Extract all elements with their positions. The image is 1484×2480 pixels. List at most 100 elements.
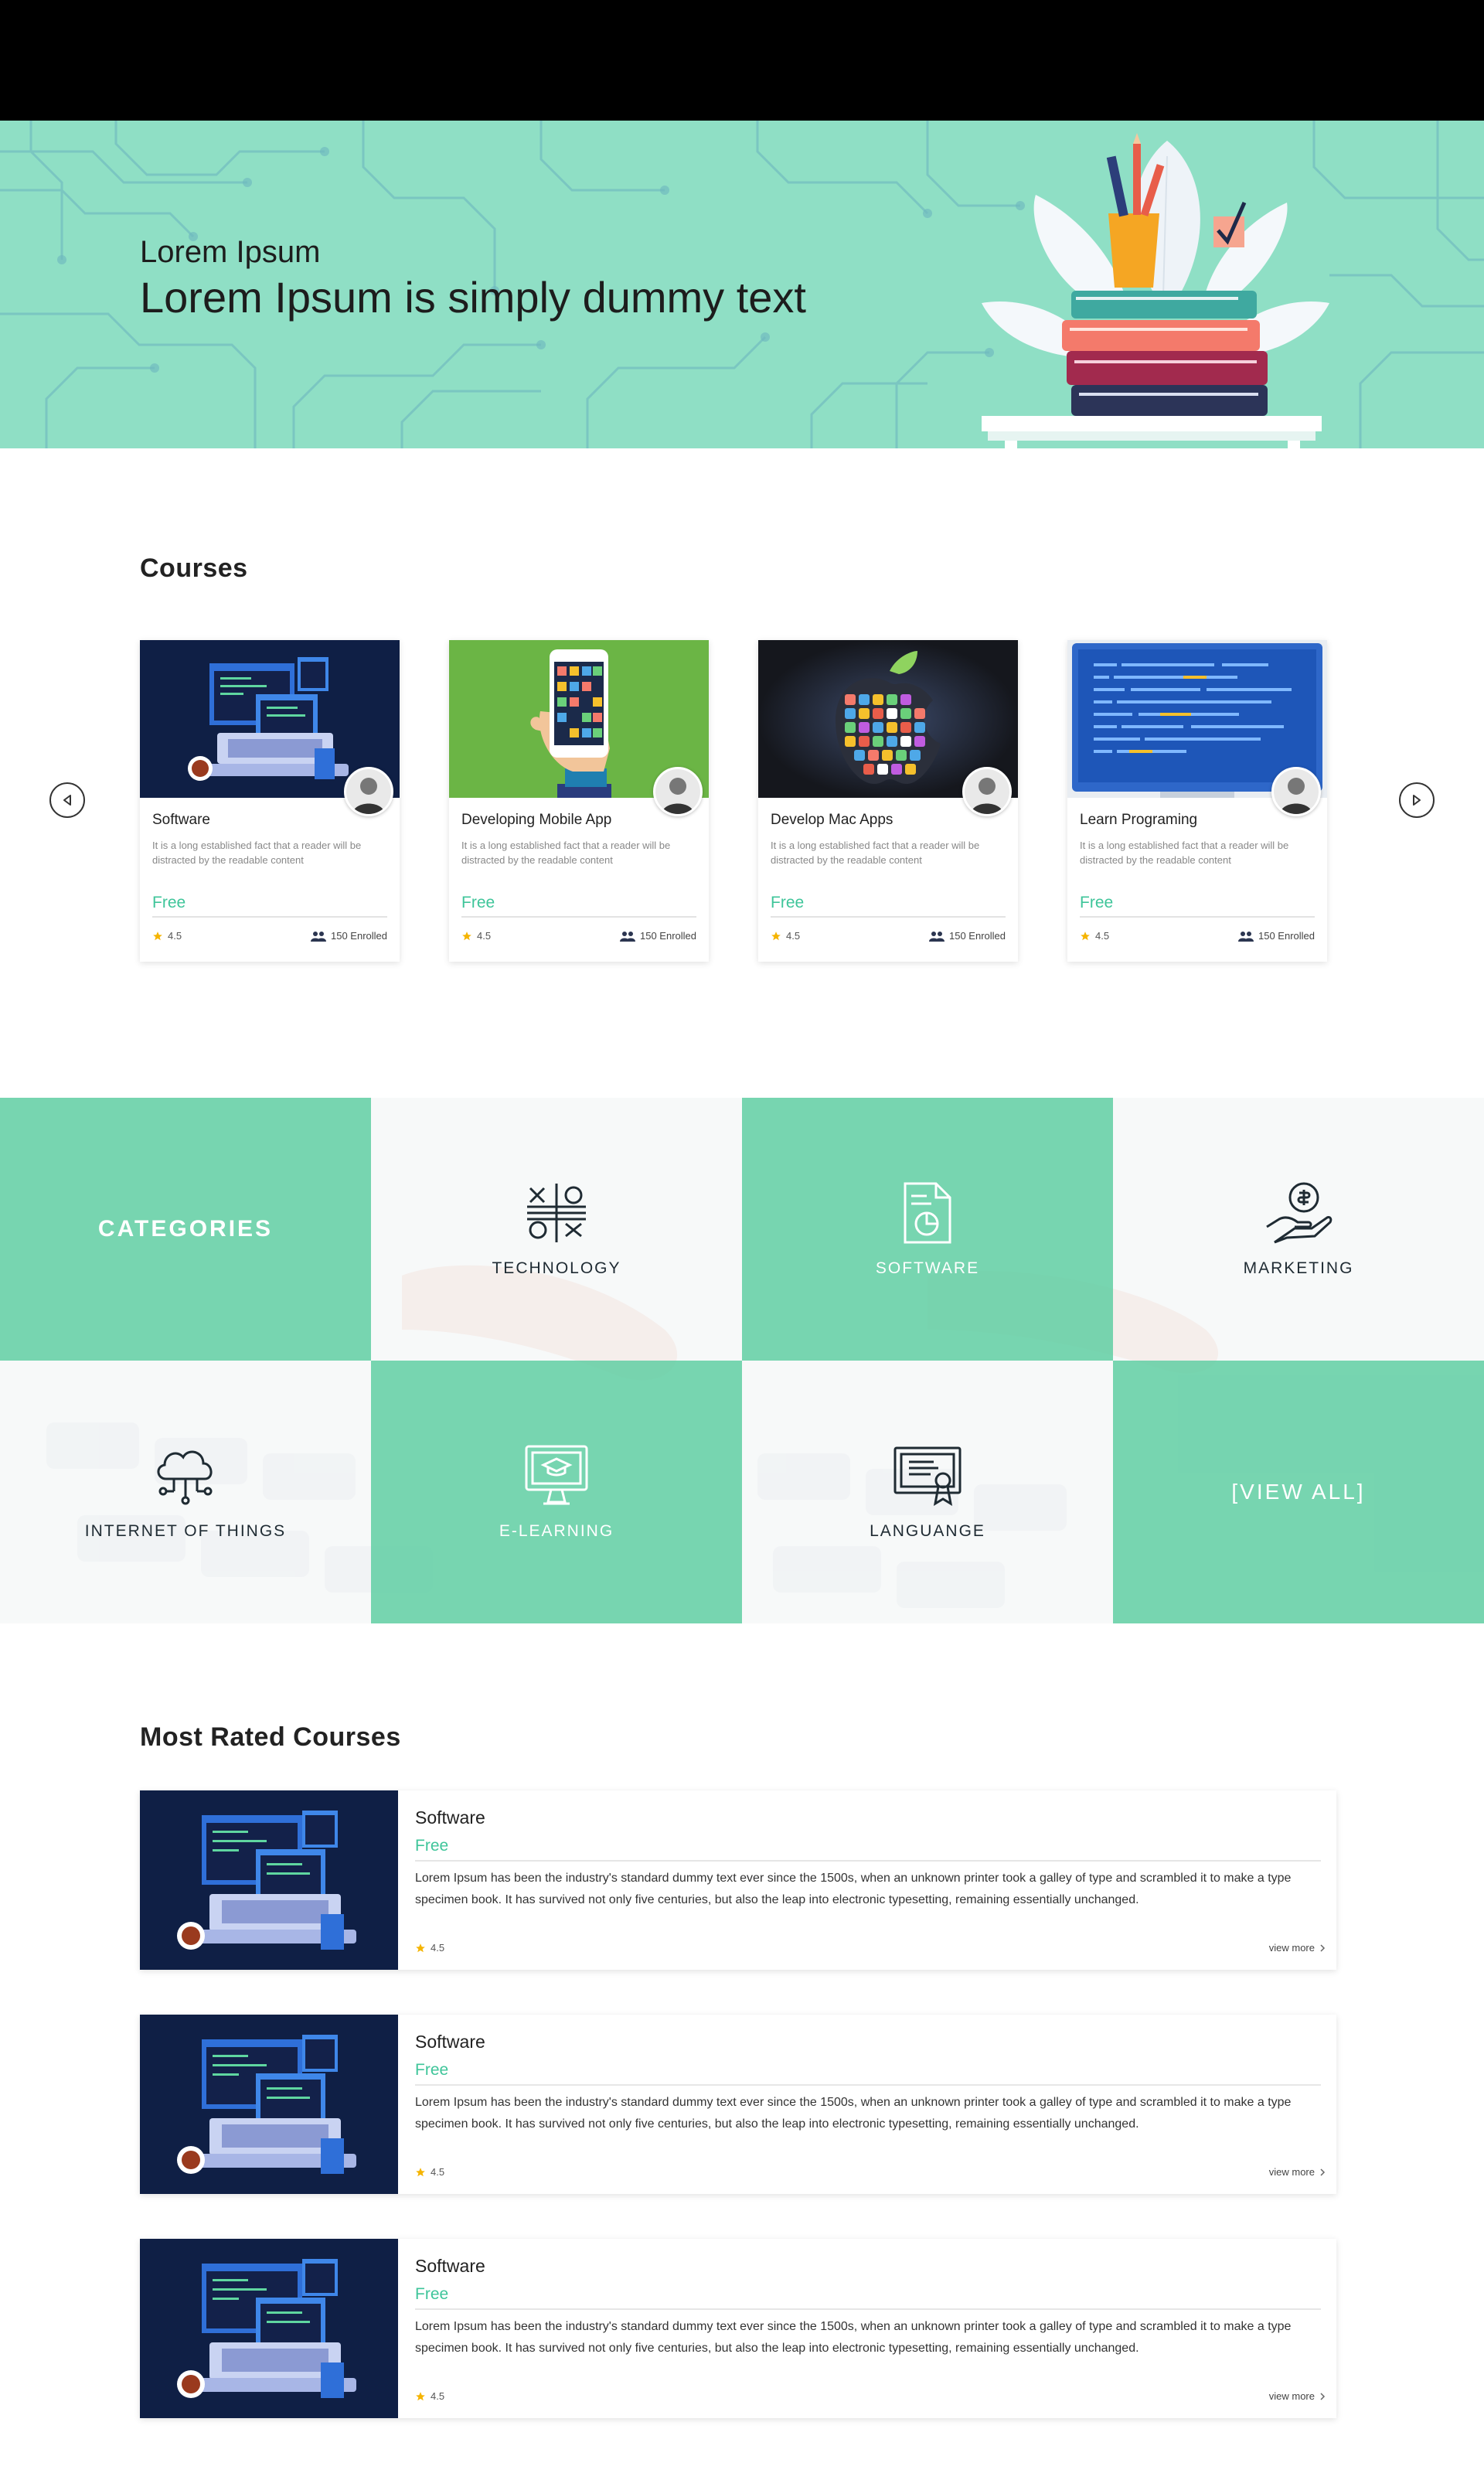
star-icon [416, 2391, 425, 2400]
enrolled-count: 150 Enrolled [949, 930, 1006, 942]
elearning-icon [525, 1445, 588, 1505]
rated-course-thumbnail [140, 2015, 398, 2194]
category-internet-of-things[interactable]: INTERNET OF THINGS [0, 1361, 371, 1623]
rated-course-description: Lorem Ipsum has been the industry's stan… [415, 2096, 1292, 2131]
software-icon [904, 1182, 951, 1244]
course-rating: 4.5 [152, 930, 182, 942]
rating-value: 4.5 [431, 1942, 445, 1954]
most-rated-heading: Most Rated Courses [140, 1722, 401, 1752]
view-more-label[interactable]: view more [1269, 2166, 1315, 2178]
rated-course-title[interactable]: Software [415, 2032, 485, 2052]
rated-course-item[interactable]: Software Free Lorem Ipsum has been the i… [140, 2239, 1336, 2418]
rating-value: 4.5 [786, 930, 801, 942]
view-more-link[interactable]: view more [1269, 2166, 1326, 2178]
cloud-icon [157, 1450, 213, 1505]
category-software[interactable]: SOFTWARE [742, 1098, 1113, 1361]
rating-value: 4.5 [1095, 930, 1110, 942]
divider [415, 2084, 1321, 2086]
divider [152, 916, 387, 918]
category-label: TECHNOLOGY [492, 1259, 621, 1277]
rated-course-price: Free [415, 1837, 449, 1855]
rated-course-description: Lorem Ipsum has been the industry's stan… [415, 1872, 1292, 1906]
rated-course-thumbnail [140, 2239, 398, 2418]
rated-course-item[interactable]: Software Free Lorem Ipsum has been the i… [140, 1790, 1336, 1970]
hero-banner: Lorem Ipsum Lorem Ipsum is simply dummy … [0, 121, 1484, 448]
instructor-avatar [344, 767, 393, 816]
course-enrolled: 150 Enrolled [929, 930, 1006, 942]
certificate-icon [893, 1446, 962, 1506]
course-price: Free [771, 894, 805, 911]
category-label: LANGUANGE [870, 1522, 985, 1540]
star-icon [462, 931, 471, 940]
rated-course-rating: 4.5 [415, 1942, 444, 1954]
view-all-categories-tile[interactable]: [VIEW ALL] [1113, 1361, 1484, 1623]
rated-course-price: Free [415, 2285, 449, 2303]
users-icon [311, 931, 326, 942]
rated-course-item[interactable]: Software Free Lorem Ipsum has been the i… [140, 2015, 1336, 2194]
categories-heading: CATEGORIES [97, 1216, 274, 1242]
rating-value: 4.5 [168, 930, 182, 942]
divider [1080, 916, 1315, 918]
view-more-link[interactable]: view more [1269, 1942, 1326, 1954]
view-more-link[interactable]: view more [1269, 2390, 1326, 2402]
enrolled-count: 150 Enrolled [331, 930, 387, 942]
rated-course-price: Free [415, 2061, 449, 2079]
course-description: It is a long established fact that a rea… [771, 840, 980, 866]
categories-title-tile: CATEGORIES [0, 1098, 371, 1361]
chevron-right-icon [1413, 795, 1421, 806]
star-icon [416, 1943, 425, 1952]
rating-value: 4.5 [431, 2166, 445, 2178]
course-price: Free [461, 894, 495, 911]
course-title[interactable]: Developing Mobile App [461, 812, 611, 829]
enrolled-count: 150 Enrolled [640, 930, 696, 942]
hero-title: Lorem Ipsum is simply dummy text [140, 273, 806, 322]
course-rating: 4.5 [1080, 930, 1109, 942]
course-enrolled: 150 Enrolled [620, 930, 696, 942]
category-label: SOFTWARE [875, 1259, 980, 1277]
view-all-link[interactable]: [VIEW ALL] [1231, 1480, 1365, 1504]
category-marketing[interactable]: MARKETING [1113, 1098, 1484, 1361]
instructor-avatar [1271, 767, 1321, 816]
rated-course-thumbnail [140, 1790, 398, 1970]
chevron-right-icon [1320, 1943, 1326, 1952]
course-card[interactable]: Develop Mac Apps It is a long establishe… [758, 640, 1018, 962]
chevron-right-icon [1320, 2392, 1326, 2400]
category-label: E-LEARNING [499, 1522, 614, 1540]
category-language[interactable]: LANGUANGE [742, 1361, 1113, 1623]
rated-course-rating: 4.5 [415, 2166, 444, 2178]
category-label: INTERNET OF THINGS [84, 1522, 287, 1540]
rated-course-title[interactable]: Software [415, 2256, 485, 2277]
chevron-right-icon [1320, 2168, 1326, 2176]
top-bar [0, 0, 1484, 121]
category-e-learning[interactable]: E-LEARNING [371, 1361, 742, 1623]
course-rating: 4.5 [771, 930, 800, 942]
course-description: It is a long established fact that a rea… [1080, 840, 1289, 866]
instructor-avatar [653, 767, 703, 816]
view-more-label[interactable]: view more [1269, 1942, 1315, 1954]
divider [415, 2308, 1321, 2310]
courses-heading: Courses [140, 554, 248, 583]
course-title[interactable]: Software [152, 812, 210, 829]
users-icon [620, 931, 635, 942]
users-icon [929, 931, 945, 942]
rated-course-title[interactable]: Software [415, 1807, 485, 1828]
carousel-prev-button[interactable] [49, 782, 85, 818]
course-card[interactable]: Developing Mobile App It is a long estab… [449, 640, 709, 962]
star-icon [153, 931, 162, 940]
instructor-avatar [962, 767, 1012, 816]
star-icon [416, 2167, 425, 2176]
course-card[interactable]: Software It is a long established fact t… [140, 640, 400, 962]
course-enrolled: 150 Enrolled [1238, 930, 1315, 942]
category-label: MARKETING [1243, 1259, 1354, 1277]
technology-icon [527, 1184, 586, 1242]
course-title[interactable]: Learn Programing [1080, 812, 1197, 829]
course-title[interactable]: Develop Mac Apps [771, 812, 893, 829]
carousel-next-button[interactable] [1399, 782, 1435, 818]
books-illustration [982, 133, 1329, 448]
divider [461, 916, 696, 918]
category-technology[interactable]: TECHNOLOGY [371, 1098, 742, 1361]
rating-value: 4.5 [477, 930, 492, 942]
view-more-label[interactable]: view more [1269, 2390, 1315, 2402]
course-card[interactable]: Learn Programing It is a long establishe… [1067, 640, 1327, 962]
star-icon [1081, 931, 1090, 940]
